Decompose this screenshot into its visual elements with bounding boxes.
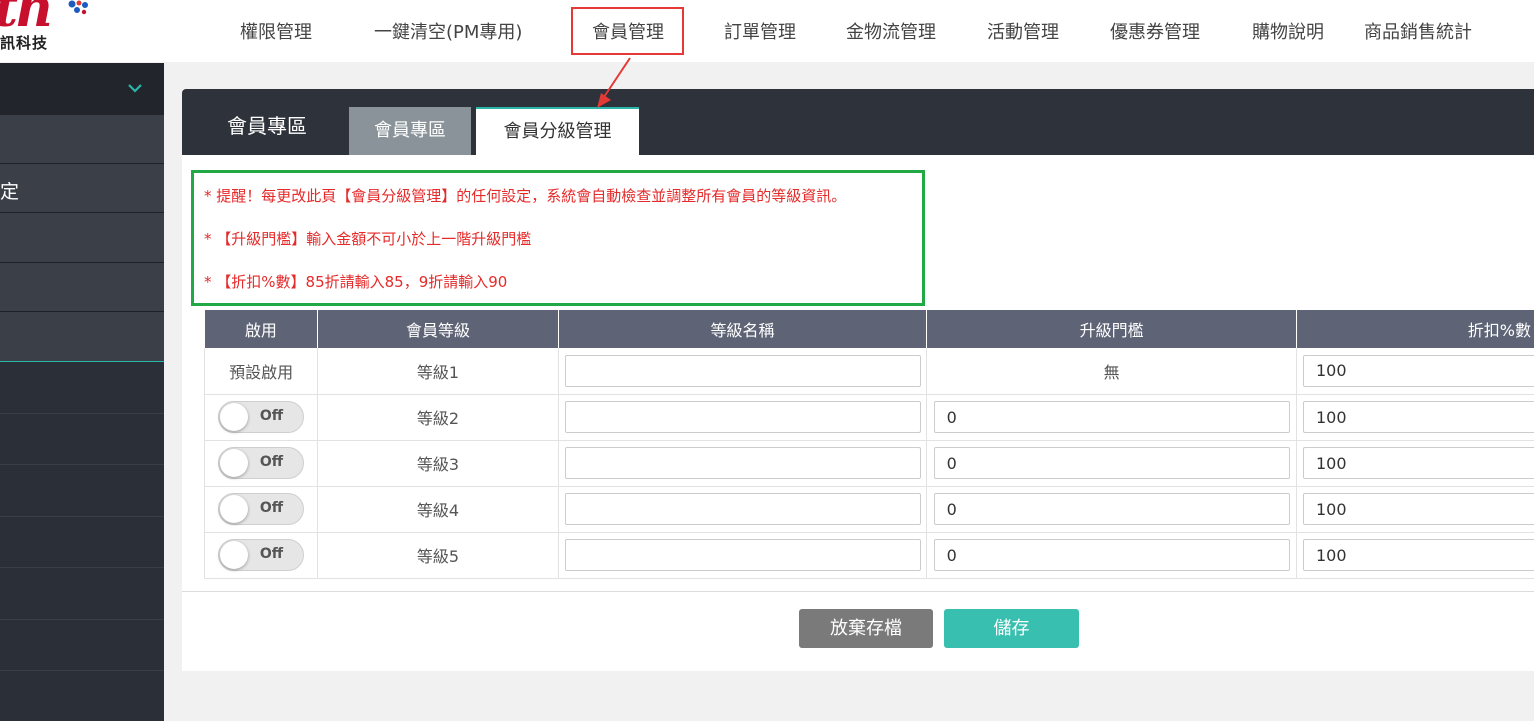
enable-toggle[interactable]: Off (218, 401, 305, 433)
table-row: Off 等級3 (203, 440, 1534, 487)
nav-item-coupons[interactable]: 優惠券管理 (1110, 18, 1200, 44)
member-tier-panel: 會員專區 會員專區 會員分級管理 * 提醒！每更改此頁【會員分級管理】的任何設定… (182, 89, 1534, 671)
level-label: 等級5 (317, 532, 559, 579)
discard-button[interactable]: 放棄存檔 (799, 609, 933, 648)
toggle-knob (220, 449, 249, 477)
member-levels-table: 啟用 會員等級 等級名稱 升級門檻 折扣%數 預設啟用 等級1 無 Off 等級… (203, 310, 1534, 579)
table-row: Off 等級5 (203, 532, 1534, 579)
top-bar: th 訊科技 權限管理 一鍵清空(PM專用) 會員管理 訂單管理 金物流管理 活… (0, 0, 1534, 62)
level-name-input[interactable] (564, 539, 921, 571)
table-row: Off 等級4 (203, 486, 1534, 533)
notice-line-3: * 【折扣%數】85折請輸入85，9折請輸入90 (204, 273, 508, 291)
nav-item-events[interactable]: 活動管理 (987, 18, 1059, 44)
toggle-knob (220, 495, 249, 523)
threshold-input[interactable] (933, 539, 1290, 571)
column-header-level-name: 等級名稱 (558, 310, 928, 348)
logo-text: 訊科技 (0, 34, 49, 52)
sidebar-item-5[interactable] (0, 312, 164, 362)
panel-header: 會員專區 會員專區 會員分級管理 (182, 89, 1534, 155)
toggle-label: Off (259, 408, 284, 424)
logo-dots-icon (68, 0, 88, 15)
sidebar-item-2[interactable]: 定 (0, 164, 164, 213)
save-button[interactable]: 儲存 (944, 609, 1079, 648)
enable-toggle[interactable]: Off (218, 539, 305, 571)
column-header-enable: 啟用 (204, 310, 319, 348)
level-name-input[interactable] (564, 401, 921, 433)
sidebar-subitem-3[interactable] (0, 465, 164, 517)
nav-item-clear-all[interactable]: 一鍵清空(PM專用) (374, 18, 522, 44)
sidebar-subitem-6[interactable] (0, 620, 164, 671)
discount-input[interactable] (1302, 354, 1534, 387)
toggle-label: Off (259, 454, 284, 470)
discount-input[interactable] (1302, 401, 1534, 433)
level-label: 等級2 (317, 394, 559, 441)
table-row: 預設啟用 等級1 無 (203, 348, 1534, 395)
discount-input[interactable] (1302, 447, 1534, 479)
threshold-input[interactable] (933, 401, 1290, 433)
table-header-row: 啟用 會員等級 等級名稱 升級門檻 折扣%數 (204, 310, 1534, 348)
tab-member-area[interactable]: 會員專區 (349, 107, 471, 155)
notice-box: * 提醒！每更改此頁【會員分級管理】的任何設定，系統會自動檢查並調整所有會員的等… (191, 170, 925, 306)
chevron-down-icon[interactable] (128, 83, 142, 93)
nav-item-orders[interactable]: 訂單管理 (724, 18, 796, 44)
level-label: 等級3 (317, 440, 559, 487)
threshold-none-label: 無 (926, 348, 1297, 395)
discount-input[interactable] (1302, 539, 1534, 571)
sidebar-item-1[interactable] (0, 115, 164, 164)
toggle-knob (220, 541, 249, 569)
enable-toggle[interactable]: Off (218, 493, 305, 525)
sidebar-subitem-5[interactable] (0, 568, 164, 620)
nav-item-payment-logistics[interactable]: 金物流管理 (846, 18, 936, 44)
level-label: 等級1 (317, 348, 559, 395)
column-header-discount: 折扣%數 (1296, 310, 1534, 348)
sidebar: 定 (0, 63, 164, 721)
threshold-input[interactable] (933, 447, 1290, 479)
toggle-knob (220, 403, 249, 431)
discount-input[interactable] (1302, 493, 1534, 525)
nav-item-members[interactable]: 會員管理 (571, 7, 684, 55)
notice-line-1: * 提醒！每更改此頁【會員分級管理】的任何設定，系統會自動檢查並調整所有會員的等… (204, 187, 847, 205)
sidebar-header[interactable] (0, 63, 164, 115)
sidebar-item-3[interactable] (0, 213, 164, 263)
notice-line-2: * 【升級門檻】輸入金額不可小於上一階升級門檻 (204, 230, 532, 248)
toggle-label: Off (259, 500, 284, 516)
sidebar-item-4[interactable] (0, 263, 164, 312)
toggle-label: Off (259, 546, 284, 562)
logo[interactable]: th 訊科技 (0, 0, 110, 62)
panel-title: 會員專區 (227, 114, 307, 138)
level-label: 等級4 (317, 486, 559, 533)
column-header-upgrade-threshold: 升級門檻 (926, 310, 1297, 348)
column-header-level: 會員等級 (317, 310, 559, 348)
table-row: Off 等級2 (203, 394, 1534, 441)
level-name-input[interactable] (564, 354, 921, 387)
level-name-input[interactable] (564, 493, 921, 525)
sidebar-item-label: 定 (0, 181, 20, 203)
nav-item-permissions[interactable]: 權限管理 (240, 18, 312, 44)
tab-member-tier-management[interactable]: 會員分級管理 (476, 107, 639, 155)
footer-divider (182, 591, 1534, 592)
enable-toggle[interactable]: Off (218, 447, 305, 479)
default-enabled-label: 預設啟用 (203, 348, 319, 395)
threshold-input[interactable] (933, 493, 1290, 525)
nav-item-sales-stats[interactable]: 商品銷售統計 (1364, 18, 1472, 44)
sidebar-subitem-1[interactable] (0, 362, 164, 414)
level-name-input[interactable] (564, 447, 921, 479)
sidebar-subitem-2[interactable] (0, 414, 164, 465)
nav-item-shopping-guide[interactable]: 購物說明 (1252, 18, 1324, 44)
sidebar-subitem-4[interactable] (0, 517, 164, 568)
